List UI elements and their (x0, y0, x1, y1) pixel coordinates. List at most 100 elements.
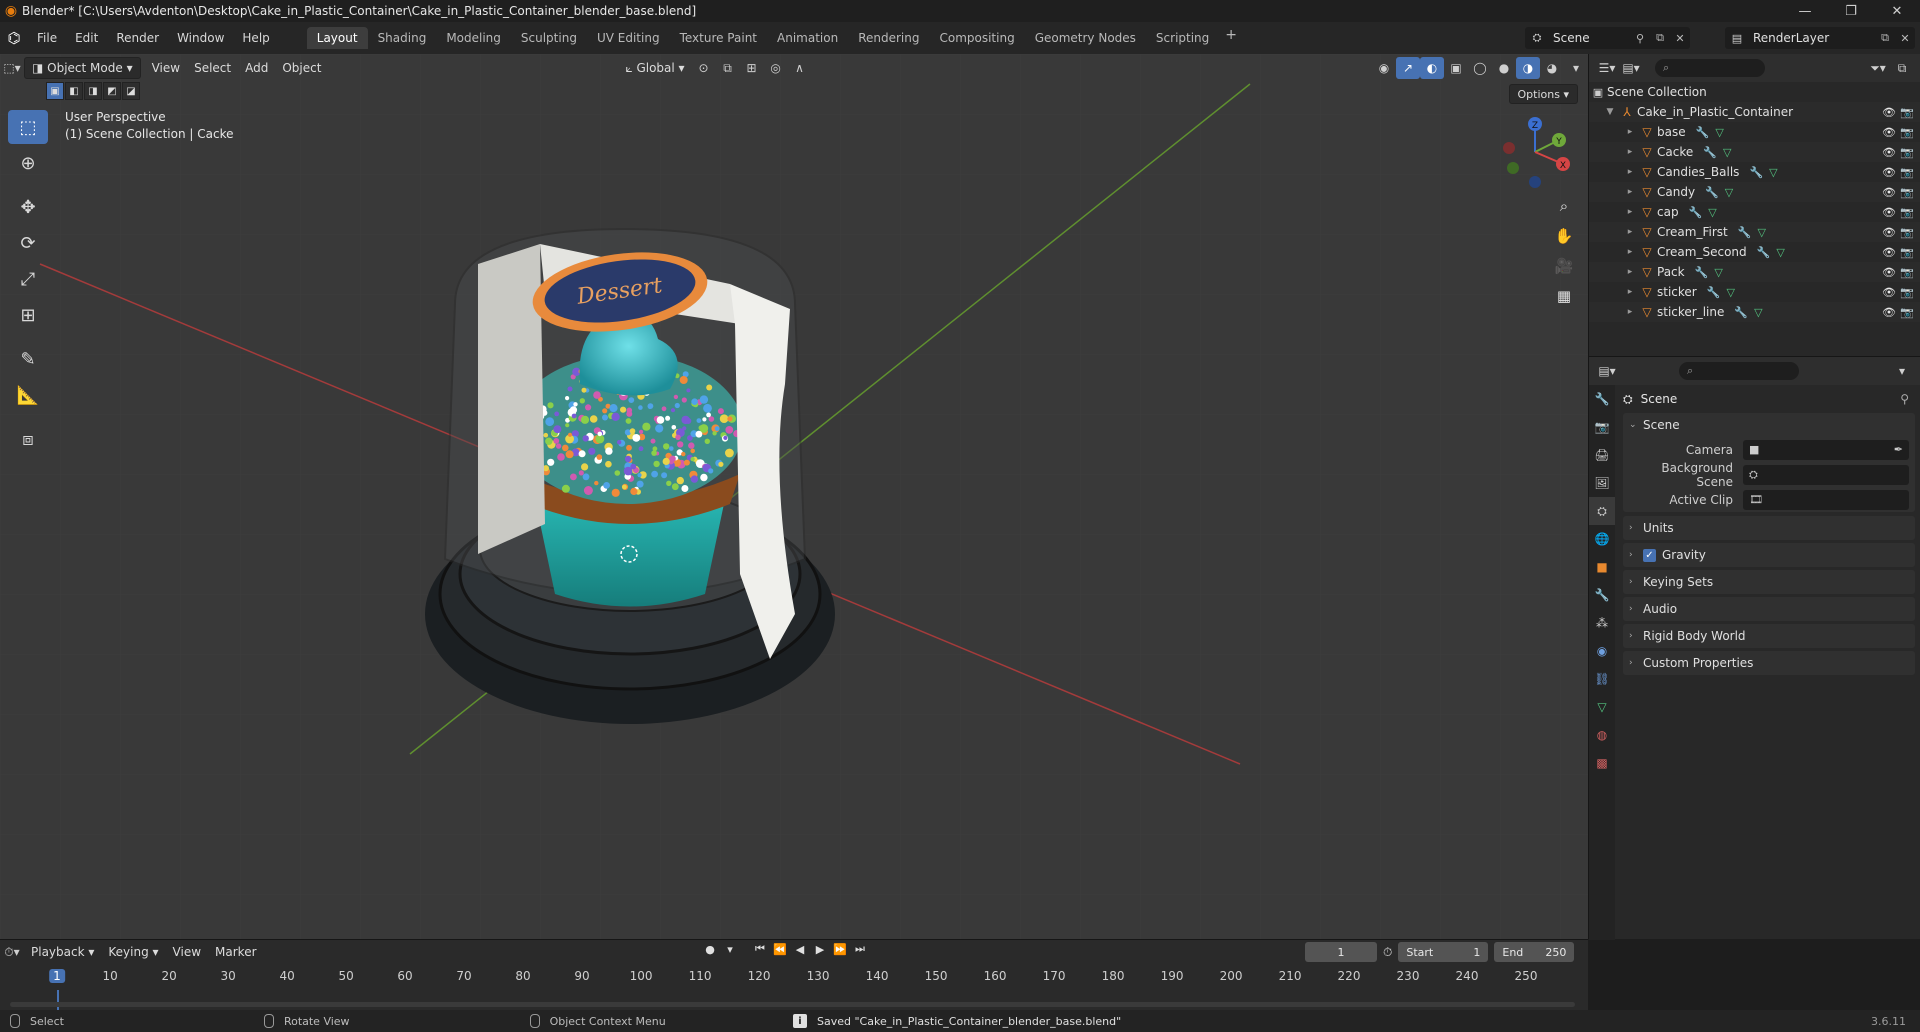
cursor-icon[interactable]: ⊕ (8, 146, 48, 180)
modifier-icon[interactable]: 🔧 (1757, 246, 1771, 259)
panel-header[interactable]: › Custom Properties (1623, 651, 1915, 675)
mesh-data-icon[interactable]: ▽ (1725, 186, 1733, 199)
play-icon[interactable]: ▶ (810, 943, 830, 956)
eye-icon[interactable]: 👁 (1882, 166, 1896, 179)
current-frame-field[interactable]: 1 (1305, 942, 1377, 962)
render-camera-icon[interactable]: 📷 (1900, 306, 1914, 319)
outliner-object-row[interactable]: ▸ ▽ Candies_Balls 🔧 ▽ 👁 📷 (1589, 162, 1920, 182)
background-scene-field[interactable]: ⛭ (1743, 464, 1909, 485)
menu-render[interactable]: Render (107, 27, 168, 49)
menu-view[interactable]: View (145, 57, 187, 79)
mesh-data-icon[interactable]: ▽ (1754, 306, 1762, 319)
jump-end-icon[interactable]: ⏭ (850, 942, 870, 956)
eye-icon[interactable]: 👁 (1882, 126, 1896, 139)
expand-icon[interactable]: ▸ (1623, 127, 1637, 137)
end-frame-field[interactable]: End 250 (1494, 942, 1575, 962)
stopwatch-icon[interactable]: ⏱ (1383, 945, 1392, 960)
menu-keying[interactable]: Keying ▾ (101, 941, 165, 963)
modifier-icon[interactable]: 🔧 (1695, 266, 1709, 279)
scale-icon[interactable]: ⤢ (8, 262, 48, 296)
properties-editor-icon[interactable]: ▤▾ (1595, 360, 1619, 382)
mesh-data-icon[interactable]: ▽ (1726, 286, 1734, 299)
expand-icon[interactable]: ▸ (1623, 167, 1637, 177)
tab-shading[interactable]: Shading (368, 27, 437, 49)
view-layer-name[interactable]: RenderLayer (1749, 31, 1875, 45)
transform-icon[interactable]: ⊞ (8, 298, 48, 332)
maximize-icon[interactable]: ❐ (1828, 0, 1874, 22)
options-dropdown[interactable]: Options ▾ (1508, 84, 1578, 104)
constraints-tab-icon[interactable]: ⛓ (1589, 665, 1615, 693)
outliner-editor-icon[interactable]: ☰▾ (1595, 57, 1619, 79)
texture-tab-icon[interactable]: ▩ (1589, 749, 1615, 777)
object-tab-icon[interactable]: ■ (1589, 553, 1615, 581)
delete-layer-icon[interactable]: ✕ (1895, 32, 1915, 45)
proportional-edit-icon[interactable]: ◎ (764, 57, 788, 79)
camera-field[interactable]: ■ ✒ (1743, 439, 1909, 460)
render-camera-icon[interactable]: 📷 (1900, 146, 1914, 159)
eye-icon[interactable]: 👁 (1882, 306, 1896, 319)
select-invert-icon[interactable]: ◩ (103, 82, 121, 100)
outliner-object-row[interactable]: ▸ ▽ sticker_line 🔧 ▽ 👁 📷 (1589, 302, 1920, 322)
view-layer-selector[interactable]: ▤ RenderLayer ⧉ ✕ (1725, 27, 1915, 49)
auto-key-icon[interactable]: ● (700, 943, 720, 956)
zoom-icon[interactable]: ⌕ (1550, 192, 1578, 220)
properties-search-input[interactable]: ⌕ (1679, 362, 1799, 380)
select-new-icon[interactable]: ▣ (46, 82, 64, 100)
ortho-grid-icon[interactable]: ▦ (1550, 282, 1578, 310)
annotate-icon[interactable]: ✎ (8, 342, 48, 376)
tab-modeling[interactable]: Modeling (436, 27, 511, 49)
eye-icon[interactable]: 👁 (1882, 146, 1896, 159)
panel-header[interactable]: › ✓ Gravity (1623, 543, 1915, 567)
pivot-point-icon[interactable]: ⊙ (692, 57, 716, 79)
snap-target-icon[interactable]: ⊞ (740, 57, 764, 79)
outliner-object-row[interactable]: ▸ ▽ Cream_Second 🔧 ▽ 👁 📷 (1589, 242, 1920, 262)
new-scene-icon[interactable]: ⧉ (1650, 31, 1670, 45)
tool-tab-icon[interactable]: 🔧 (1589, 385, 1615, 413)
modifier-icon[interactable]: 🔧 (1705, 186, 1719, 199)
panel-header[interactable]: › Audio (1623, 597, 1915, 621)
play-reverse-icon[interactable]: ◀ (790, 943, 810, 956)
navigation-gizmo[interactable]: Z Y X (1495, 112, 1575, 192)
pin-icon[interactable]: ⚲ (1900, 392, 1909, 406)
playhead[interactable] (57, 990, 59, 1011)
blender-menu-icon[interactable]: ⌬ (0, 29, 28, 47)
outliner-object-row[interactable]: ▸ ▽ cap 🔧 ▽ 👁 📷 (1589, 202, 1920, 222)
menu-file[interactable]: File (28, 27, 66, 49)
eye-icon[interactable]: 👁 (1882, 186, 1896, 199)
timeline-scrollbar[interactable] (10, 1002, 1575, 1007)
render-camera-icon[interactable]: 📷 (1900, 186, 1914, 199)
mode-dropdown[interactable]: ◨ Object Mode ▾ (24, 57, 141, 79)
eye-icon[interactable]: 👁 (1882, 246, 1896, 259)
outliner-object-row[interactable]: ▸ ▽ Pack 🔧 ▽ 👁 📷 (1589, 262, 1920, 282)
outliner-object-row[interactable]: ▸ ▽ Candy 🔧 ▽ 👁 📷 (1589, 182, 1920, 202)
panel-scene-header[interactable]: ⌄ Scene (1623, 413, 1915, 437)
material-tab-icon[interactable]: ◍ (1589, 721, 1615, 749)
gravity-checkbox[interactable]: ✓ (1643, 548, 1656, 562)
gizmo-toggle-icon[interactable]: ↗ (1396, 57, 1420, 79)
3d-viewport[interactable]: Dessert ⬚▾ ◨ Object Mode ▾ View Select A… (0, 54, 1588, 939)
overlay-toggle-icon[interactable]: ◐ (1420, 57, 1444, 79)
falloff-icon[interactable]: ∧ (788, 57, 812, 79)
render-camera-icon[interactable]: 📷 (1900, 246, 1914, 259)
expand-icon[interactable]: ▼ (1603, 107, 1617, 117)
panel-header[interactable]: › Rigid Body World (1623, 624, 1915, 648)
mesh-data-icon[interactable]: ▽ (1708, 206, 1716, 219)
visibility-icon[interactable]: ◉ (1372, 57, 1396, 79)
outliner-object-row[interactable]: ▸ ▽ Cream_First 🔧 ▽ 👁 📷 (1589, 222, 1920, 242)
outliner-scene-collection[interactable]: ▣ Scene Collection (1589, 82, 1920, 102)
tab-animation[interactable]: Animation (767, 27, 848, 49)
rotate-icon[interactable]: ⟳ (8, 226, 48, 260)
render-camera-icon[interactable]: 📷 (1900, 266, 1914, 279)
frame-ruler[interactable]: 1 10 20 30 40 50 60 70 80 90 100 110 120 130 140 150 160… (0, 964, 1588, 990)
menu-timeline-view[interactable]: View (166, 941, 208, 963)
tab-rendering[interactable]: Rendering (848, 27, 929, 49)
eyedropper-icon[interactable]: ✒ (1894, 443, 1903, 456)
menu-add[interactable]: Add (238, 57, 275, 79)
render-camera-icon[interactable]: 📷 (1900, 206, 1914, 219)
eye-icon[interactable]: 👁 (1882, 226, 1896, 239)
tab-uv-editing[interactable]: UV Editing (587, 27, 670, 49)
menu-marker[interactable]: Marker (208, 941, 263, 963)
scene-tab-icon[interactable]: ⛭ (1589, 497, 1615, 525)
jump-start-icon[interactable]: ⏮ (750, 942, 770, 956)
tab-sculpting[interactable]: Sculpting (511, 27, 587, 49)
